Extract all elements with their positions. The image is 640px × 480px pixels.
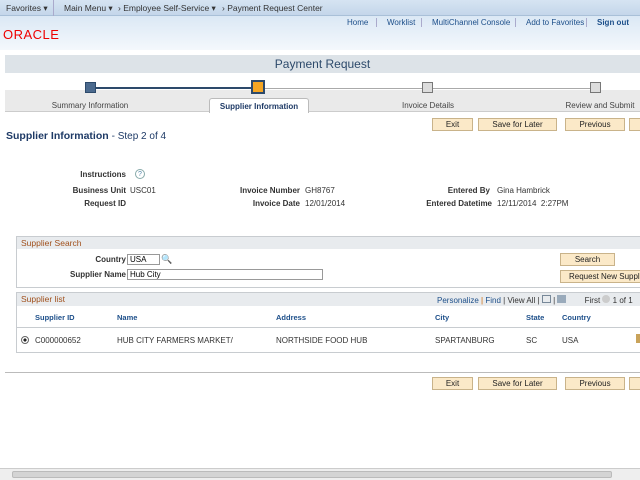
divider: [5, 372, 640, 373]
cell-address: NORTHSIDE FOOD HUB: [276, 336, 368, 345]
add-to-favorites-link[interactable]: Add to Favorites: [526, 18, 584, 27]
step-node-review[interactable]: [590, 82, 601, 93]
col-name[interactable]: Name: [117, 313, 137, 322]
find-link[interactable]: Find: [485, 296, 501, 305]
exit-button[interactable]: Exit: [432, 118, 473, 131]
save-for-later-button-bottom[interactable]: Save for Later: [478, 377, 557, 390]
row-radio[interactable]: [21, 336, 29, 344]
entered-by-value: Gina Hambrick: [497, 186, 550, 195]
sign-out-link[interactable]: Sign out: [597, 18, 629, 27]
business-unit-value: USC01: [130, 186, 156, 195]
invoice-number-value: GH8767: [305, 186, 335, 195]
country-input[interactable]: [127, 254, 160, 265]
entered-by-label: Entered By: [447, 186, 490, 195]
col-supplier-id[interactable]: Supplier ID: [35, 313, 75, 322]
horizontal-scrollbar[interactable]: [0, 468, 640, 480]
previous-button[interactable]: Previous: [565, 118, 625, 131]
top-menu-bar: Favorites ▾ Main Menu ▾ › Employee Self-…: [0, 0, 640, 16]
entered-datetime-label: Entered Datetime: [426, 199, 492, 208]
invoice-date-label: Invoice Date: [252, 199, 300, 208]
col-state[interactable]: State: [526, 313, 544, 322]
cell-supplier-id: C000000652: [35, 336, 81, 345]
supplier-name-input[interactable]: [127, 269, 323, 280]
col-country[interactable]: Country: [562, 313, 591, 322]
next-button[interactable]: [629, 118, 640, 131]
detail-icon[interactable]: [636, 334, 640, 343]
previous-row-icon[interactable]: [602, 295, 611, 303]
oracle-logo: ORACLE: [3, 27, 60, 42]
invoice-number-label: Invoice Number: [239, 186, 300, 195]
country-label: Country: [95, 255, 126, 264]
row-count: 1 of 1: [612, 296, 633, 305]
multichannel-console-link[interactable]: MultiChannel Console: [432, 18, 510, 27]
personalize-link[interactable]: Personalize: [437, 296, 479, 305]
previous-button-bottom[interactable]: Previous: [565, 377, 625, 390]
view-all-link[interactable]: View All: [507, 296, 535, 305]
business-unit-label: Business Unit: [72, 186, 126, 195]
supplier-name-label: Supplier Name: [69, 270, 126, 279]
step-summary-information[interactable]: Summary Information: [40, 101, 140, 110]
lookup-icon[interactable]: 🔍: [161, 254, 172, 265]
step-node-summary[interactable]: [85, 82, 96, 93]
breadcrumb-payment-request-center[interactable]: › Payment Request Center: [222, 3, 323, 13]
step-invoice-details[interactable]: Invoice Details: [378, 101, 478, 110]
step-node-invoice[interactable]: [422, 82, 433, 93]
entered-datetime-value: 12/11/2014 2:27PM: [497, 199, 569, 208]
exit-button-bottom[interactable]: Exit: [432, 377, 473, 390]
supplier-search-title: Supplier Search: [17, 237, 640, 249]
grid-toolbar: Personalize | Find | View All | | First …: [437, 295, 633, 305]
divider: [16, 327, 640, 328]
section-heading: Supplier Information - Step 2 of 4: [6, 130, 167, 142]
header: Home Worklist MultiChannel Console Add t…: [0, 16, 640, 50]
page-title: Payment Request: [5, 55, 640, 73]
worklist-link[interactable]: Worklist: [387, 18, 415, 27]
help-icon[interactable]: ?: [135, 169, 145, 179]
progress-line-complete: [96, 87, 253, 89]
step-node-supplier[interactable]: [251, 80, 265, 94]
home-link[interactable]: Home: [347, 18, 368, 27]
save-for-later-button[interactable]: Save for Later: [478, 118, 557, 131]
next-button-bottom[interactable]: [629, 377, 640, 390]
cell-city: SPARTANBURG: [435, 336, 495, 345]
cell-state: SC: [526, 336, 538, 345]
request-new-supplier-button[interactable]: Request New Suppli: [560, 270, 640, 283]
favorites-menu[interactable]: Favorites ▾: [6, 3, 48, 14]
col-address[interactable]: Address: [276, 313, 306, 322]
col-city[interactable]: City: [435, 313, 449, 322]
instructions-label: Instructions: [80, 170, 126, 179]
main-menu[interactable]: Main Menu ▾: [64, 3, 113, 14]
invoice-date-value: 12/01/2014: [305, 199, 346, 208]
step-review-and-submit[interactable]: Review and Submit: [550, 101, 640, 110]
request-id-label: Request ID: [84, 199, 126, 208]
cell-country: USA: [562, 336, 579, 345]
zoom-grid-icon[interactable]: [541, 295, 551, 303]
scrollbar-thumb[interactable]: [12, 471, 612, 478]
step-supplier-information[interactable]: Supplier Information: [209, 102, 309, 111]
download-icon[interactable]: [557, 295, 567, 303]
search-button[interactable]: Search: [560, 253, 615, 266]
breadcrumb-employee-self-service[interactable]: › Employee Self-Service ▾: [118, 3, 216, 14]
cell-name: HUB CITY FARMERS MARKET/: [117, 336, 233, 345]
first-link[interactable]: First: [585, 296, 601, 305]
